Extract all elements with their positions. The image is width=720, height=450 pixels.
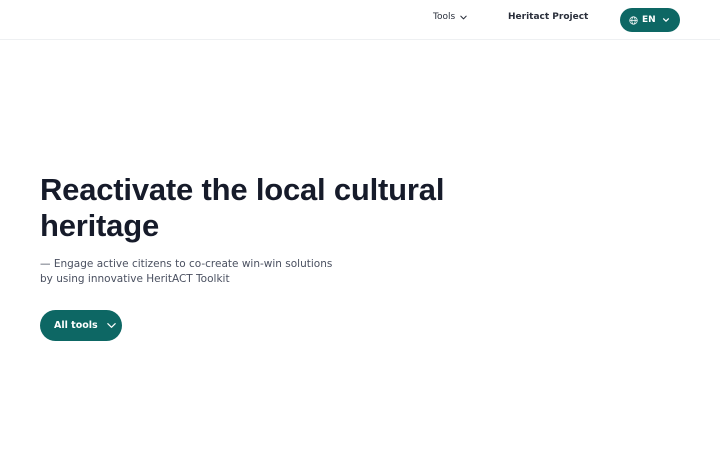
top-navigation-bar: Tools Heritact Project EN [0,0,720,40]
heritact-project-link[interactable]: Heritact Project [508,12,588,22]
language-label: EN [642,15,656,25]
tools-menu-label: Tools [433,12,456,22]
chevron-down-icon [460,15,467,19]
hero-subtitle: — Engage active citizens to co-create wi… [40,258,333,285]
all-tools-label: All tools [54,320,98,331]
page: Tools Heritact Project EN Reactivate the… [0,0,720,450]
all-tools-button[interactable]: All tools [40,310,122,341]
chevron-down-icon [662,18,670,22]
language-selector-button[interactable]: EN [620,8,680,32]
hero-title: Reactivate the local cultural heritage [40,172,445,243]
chevron-down-icon [106,323,116,328]
globe-icon [629,15,638,25]
tools-menu-button[interactable]: Tools [433,12,468,22]
